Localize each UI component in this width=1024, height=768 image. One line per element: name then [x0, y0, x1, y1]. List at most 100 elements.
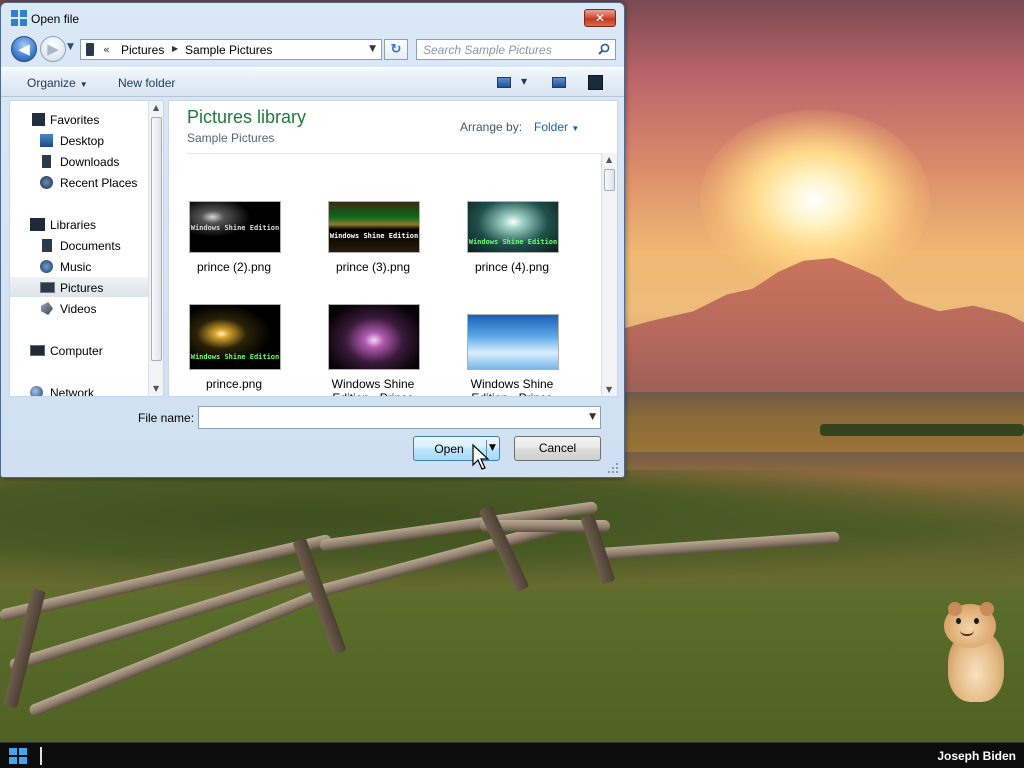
file-thumbnail: Windows Shine Edition [189, 304, 281, 370]
resize-grip-icon[interactable] [607, 462, 619, 474]
arrange-by-dropdown[interactable]: Folder ▼ [534, 120, 579, 134]
chevron-down-icon[interactable]: ▼ [589, 412, 596, 422]
scroll-up-icon[interactable]: ▲ [153, 103, 159, 112]
nav-label: Documents [60, 239, 121, 253]
refresh-button[interactable]: ↻ [384, 39, 408, 60]
desktop-icon [40, 134, 53, 147]
file-item-prince-4[interactable]: Windows Shine Edition prince (4).png [452, 201, 572, 311]
library-subtitle: Sample Pictures [187, 131, 275, 145]
file-thumbnail [328, 304, 420, 370]
chevron-down-icon: ▼ [571, 124, 580, 133]
address-bar[interactable]: « Pictures ▶ Sample Pictures ▼ [80, 39, 382, 60]
nav-label: Desktop [60, 134, 105, 148]
downloads-icon [42, 155, 51, 168]
change-view-icon[interactable] [497, 77, 511, 88]
scroll-up-icon[interactable]: ▲ [606, 155, 612, 164]
nav-item-downloads[interactable]: Downloads [10, 151, 148, 171]
nav-item-videos[interactable]: Videos [10, 298, 148, 318]
nav-item-pictures[interactable]: Pictures [10, 277, 148, 297]
nav-item-recent-places[interactable]: Recent Places [10, 172, 148, 192]
nav-pane-scrollbar[interactable]: ▲ ▼ [148, 101, 163, 396]
file-thumbnail: Windows Shine Edition [328, 201, 420, 253]
nav-label: Videos [60, 302, 97, 316]
nav-item-favorites[interactable]: Favorites [10, 109, 148, 129]
taskbar: Joseph Biden [0, 742, 1024, 768]
file-thumbnail: Windows Shine Edition [189, 201, 281, 253]
new-folder-button[interactable]: New folder [118, 76, 175, 90]
hamster-mascot [940, 600, 1006, 704]
thumbnail-caption: Windows Shine Edition [329, 232, 419, 240]
network-icon [30, 386, 43, 396]
nav-item-libraries[interactable]: Libraries [10, 214, 148, 234]
scroll-down-icon[interactable]: ▼ [606, 385, 612, 394]
documents-icon [42, 239, 52, 252]
mountain [600, 258, 1024, 398]
file-item-windows-shine-edition-prince-2[interactable]: Windows Shine Edition - Prince [452, 304, 572, 396]
file-item-prince-3[interactable]: Windows Shine Edition prince (3).png [313, 201, 433, 311]
nav-label: Computer [50, 344, 103, 358]
windows-logo-icon [11, 10, 27, 26]
content-scrollbar[interactable]: ▲ ▼ [601, 153, 617, 396]
windows-logo-icon [9, 748, 27, 764]
file-name-label: prince (2).png [196, 260, 272, 274]
file-item-prince[interactable]: Windows Shine Edition prince.png [174, 304, 294, 396]
organize-label: Organize [27, 76, 76, 90]
view-options-chevron-icon[interactable]: ▼ [521, 77, 527, 86]
videos-icon [41, 302, 53, 315]
divider [187, 153, 607, 154]
search-icon[interactable] [598, 43, 610, 55]
preview-pane-icon[interactable] [552, 77, 566, 88]
navigation-bar: ◀ ▶ ▼ « Pictures ▶ Sample Pictures ▼ ↻ [1, 33, 624, 65]
back-button[interactable]: ◀ [11, 36, 37, 62]
nav-item-desktop[interactable]: Desktop [10, 130, 148, 150]
library-title: Pictures library [187, 107, 307, 127]
libraries-icon [30, 218, 45, 231]
command-bar: Organize ▼ New folder ▼ [1, 67, 624, 97]
scroll-thumb[interactable] [151, 117, 162, 361]
file-name-label: Windows Shine Edition - Prince [331, 377, 415, 396]
breadcrumb-sample-pictures[interactable]: Sample Pictures [185, 43, 272, 57]
address-overflow-chevron-icon[interactable]: « [103, 43, 110, 56]
library-icon [86, 43, 94, 56]
cancel-button[interactable]: Cancel [514, 436, 601, 461]
nav-label: Recent Places [60, 176, 138, 190]
recent-locations-chevron-icon[interactable]: ▼ [67, 42, 74, 52]
treeline [820, 424, 1024, 436]
scroll-down-icon[interactable]: ▼ [153, 384, 159, 393]
search-box[interactable] [416, 39, 616, 60]
file-item-prince-2[interactable]: Windows Shine Edition prince (2).png [174, 201, 294, 311]
computer-icon [30, 345, 45, 356]
nav-item-network[interactable]: Network [10, 382, 148, 397]
nav-item-music[interactable]: Music [10, 256, 148, 276]
thumbnail-caption: Windows Shine Edition [190, 353, 280, 361]
nav-label: Pictures [60, 281, 104, 295]
thumbnail-caption: Windows Shine Edition [468, 238, 558, 246]
address-dropdown-icon[interactable]: ▼ [369, 44, 376, 54]
breadcrumb-arrow-icon[interactable]: ▶ [172, 44, 178, 53]
navigation-pane: Favorites Desktop Downloads Recent Place… [9, 100, 164, 397]
music-icon [40, 260, 53, 273]
dialog-title: Open file [31, 12, 80, 26]
nav-label: Downloads [60, 155, 120, 169]
chevron-down-icon: ▼ [79, 80, 88, 89]
nav-label: Music [60, 260, 92, 274]
nav-label: Libraries [50, 218, 97, 232]
file-item-windows-shine-edition-prince-1[interactable]: Windows Shine Edition - Prince [313, 304, 433, 396]
search-input[interactable] [423, 42, 593, 58]
file-name-input[interactable] [203, 410, 573, 426]
nav-label: Network [50, 386, 95, 397]
start-button[interactable] [4, 746, 32, 766]
close-button[interactable]: ✕ [584, 9, 616, 27]
mouse-pointer-icon [472, 443, 490, 470]
plain [600, 392, 1024, 452]
scroll-thumb[interactable] [604, 169, 615, 191]
help-icon[interactable] [588, 75, 603, 90]
organize-menu[interactable]: Organize ▼ [27, 76, 88, 90]
file-name-combobox[interactable]: ▼ [198, 406, 601, 429]
nav-item-computer[interactable]: Computer [10, 340, 148, 360]
breadcrumb-pictures[interactable]: Pictures [121, 43, 164, 57]
nav-item-documents[interactable]: Documents [10, 235, 148, 255]
title-bar[interactable]: Open file ✕ [1, 3, 624, 33]
forward-button[interactable]: ▶ [40, 36, 66, 62]
favorites-icon [32, 113, 45, 126]
